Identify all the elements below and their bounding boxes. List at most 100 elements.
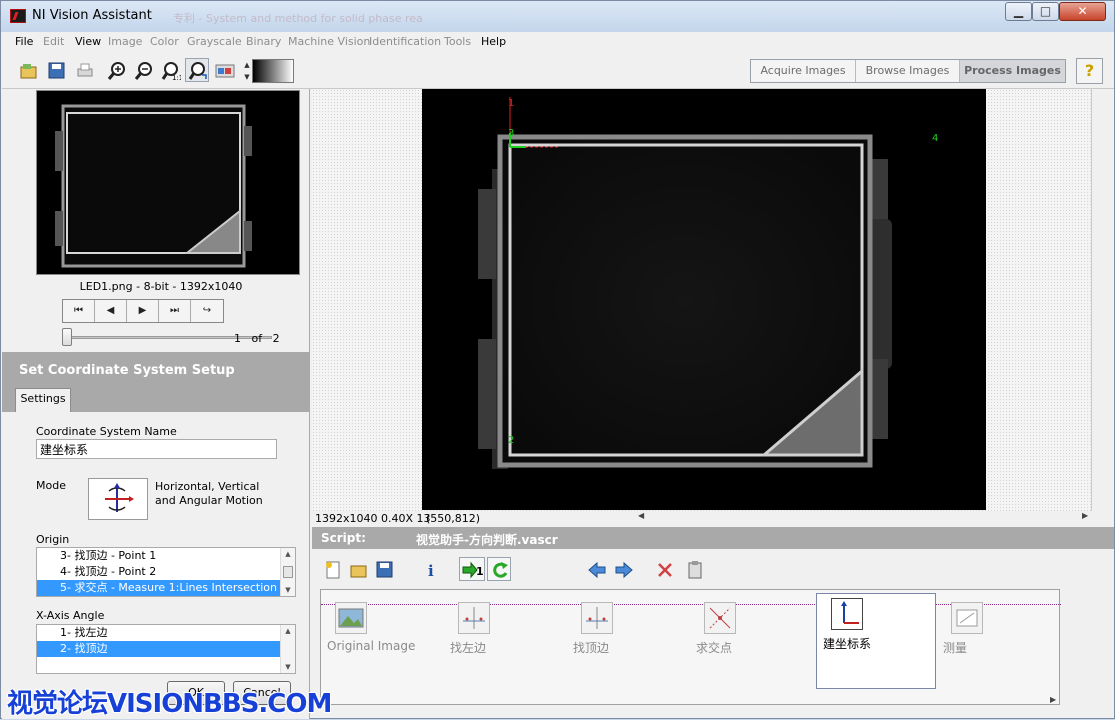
page-of: of — [251, 332, 263, 345]
run-count: 1 — [476, 565, 484, 578]
step-find-left-edge[interactable]: 找左边 — [444, 598, 564, 658]
step-original-image[interactable]: Original Image — [321, 598, 441, 658]
mode-selector[interactable] — [88, 478, 148, 520]
save-script-icon[interactable] — [372, 557, 396, 581]
menu-help[interactable]: Help — [481, 35, 506, 48]
tab-acquire-images[interactable]: Acquire Images — [751, 60, 856, 82]
menu-color[interactable]: Color — [150, 35, 179, 48]
last-image-button[interactable]: ⏭ — [159, 300, 191, 322]
scroll-thumb[interactable] — [283, 566, 293, 578]
menu-grayscale[interactable]: Grayscale — [187, 35, 242, 48]
forward-icon[interactable] — [611, 557, 635, 581]
tab-process-images[interactable]: Process Images — [960, 60, 1065, 82]
pixel-coordinate: (550,812) — [426, 512, 481, 525]
menu-machine-vision[interactable]: Machine Vision — [288, 35, 370, 48]
scroll-up-icon[interactable]: ▲ — [281, 550, 295, 558]
scroll-down-icon[interactable]: ▼ — [281, 663, 295, 671]
led-image: 1 3 4 2 — [478, 97, 938, 469]
app-window: NI Vision Assistant 专利 - System and meth… — [0, 0, 1115, 719]
xaxis-label: X-Axis Angle — [36, 609, 105, 622]
viewer-vertical-scrollbar[interactable] — [1091, 89, 1113, 511]
list-item[interactable]: 3- 找顶边 - Point 1 — [37, 548, 295, 564]
main-toolbar: 1:1 ▲▼ Acquire Images Browse Images Proc… — [2, 53, 1114, 89]
list-item[interactable]: 1- 找左边 — [37, 625, 295, 641]
page-total: 2 — [272, 332, 280, 345]
ni-logo-icon — [10, 9, 26, 23]
zoom-in-icon[interactable] — [104, 58, 128, 82]
coord-name-label: Coordinate System Name — [36, 425, 177, 438]
origin-scrollbar[interactable]: ▲ ▼ — [280, 548, 295, 596]
menu-bar: File Edit View Image Color Grayscale Bin… — [2, 32, 1114, 52]
previous-image-button[interactable]: ◀ — [95, 300, 127, 322]
mode-line-2: and Angular Motion — [155, 494, 263, 507]
script-filename: 视觉助手-方向判断.vascr — [416, 533, 558, 547]
loop-image-button[interactable]: ↪ — [191, 300, 223, 322]
image-viewer[interactable]: 1 3 4 2 — [422, 89, 986, 510]
delete-icon[interactable] — [652, 557, 676, 581]
script-toolbar: i 1 — [312, 549, 1114, 587]
script-header: Script: 视觉助手-方向判断.vascr — [312, 527, 1114, 549]
intersection-icon — [704, 602, 736, 634]
run-loop-icon[interactable] — [487, 557, 511, 581]
maximize-button[interactable]: □ — [1032, 2, 1059, 21]
thumbnail-caption: LED1.png - 8-bit - 1392x1040 — [79, 280, 243, 293]
grayscale-lut-swatch[interactable] — [252, 59, 294, 83]
menu-edit[interactable]: Edit — [43, 35, 64, 48]
steps-scroll-right-icon[interactable]: ▶ — [1050, 695, 1056, 704]
palette-icon[interactable] — [212, 58, 236, 82]
image-thumbnail[interactable] — [36, 90, 300, 275]
menu-binary[interactable]: Binary — [246, 35, 281, 48]
print-icon[interactable] — [72, 58, 96, 82]
xaxis-listbox[interactable]: 1- 找左边 2- 找顶边 ▲ ▼ — [36, 624, 296, 674]
menu-identification[interactable]: Identification — [369, 35, 441, 48]
measure-icon — [951, 602, 983, 634]
scroll-down-icon[interactable]: ▼ — [281, 586, 295, 594]
next-image-button[interactable]: ▶ — [127, 300, 159, 322]
open-script-icon[interactable] — [346, 557, 370, 581]
menu-file[interactable]: File — [15, 35, 33, 48]
zoom-1to1-icon[interactable]: 1:1 — [158, 58, 182, 82]
zoom-fit-icon[interactable] — [185, 58, 209, 82]
zoom-out-icon[interactable] — [131, 58, 155, 82]
mode-label: Mode — [36, 479, 66, 492]
scroll-left-icon[interactable]: ◀ — [638, 511, 644, 520]
origin-label: Origin — [36, 533, 70, 546]
new-script-icon[interactable] — [320, 557, 344, 581]
step-measure[interactable]: 测量 — [937, 598, 1057, 658]
step-label: 求交点 — [696, 641, 733, 655]
thumbnail-navigation: ⏮ ◀ ▶ ⏭ ↪ — [62, 299, 224, 323]
list-item-selected[interactable]: 2- 找顶边 — [37, 641, 295, 657]
help-button[interactable]: ? — [1076, 58, 1103, 84]
background-window-title: 专利 - System and method for solid phase r… — [173, 12, 423, 25]
save-image-icon[interactable] — [44, 58, 68, 82]
close-button[interactable]: ✕ — [1059, 2, 1106, 21]
tab-browse-images[interactable]: Browse Images — [856, 60, 960, 82]
step-coordinate-system[interactable]: 建坐标系 — [816, 593, 936, 689]
tab-settings[interactable]: Settings — [15, 388, 71, 412]
menu-tools[interactable]: Tools — [444, 35, 471, 48]
origin-listbox[interactable]: 3- 找顶边 - Point 1 4- 找顶边 - Point 2 5- 求交点… — [36, 547, 296, 597]
page-indicator: 1 of 2 — [234, 332, 280, 345]
run-once-icon[interactable]: 1 — [459, 557, 485, 581]
scroll-right-icon[interactable]: ▶ — [1082, 511, 1088, 520]
step-intersection[interactable]: 求交点 — [690, 598, 810, 658]
menu-view[interactable]: View — [75, 35, 101, 48]
step-find-top-edge[interactable]: 找顶边 — [567, 598, 687, 658]
minimize-button[interactable]: ▁ — [1005, 2, 1032, 21]
coord-name-input[interactable] — [36, 439, 277, 459]
motion-mode-icon — [105, 483, 134, 512]
open-image-icon[interactable] — [16, 58, 40, 82]
marker-1: 1 — [508, 98, 514, 109]
menu-image[interactable]: Image — [108, 35, 142, 48]
list-item-selected[interactable]: 5- 求交点 - Measure 1:Lines Intersection — [37, 580, 295, 596]
list-item[interactable]: 4- 找顶边 - Point 2 — [37, 564, 295, 580]
info-icon[interactable]: i — [418, 557, 442, 581]
marker-2: 2 — [508, 435, 514, 446]
scroll-up-icon[interactable]: ▲ — [281, 627, 295, 635]
back-icon[interactable] — [584, 557, 608, 581]
clipboard-icon[interactable] — [682, 557, 706, 581]
first-image-button[interactable]: ⏮ — [63, 300, 95, 322]
slider-thumb[interactable] — [62, 328, 72, 346]
xaxis-scrollbar[interactable]: ▲ ▼ — [280, 625, 295, 673]
lut-spinner[interactable]: ▲ ▼ — [242, 59, 252, 83]
